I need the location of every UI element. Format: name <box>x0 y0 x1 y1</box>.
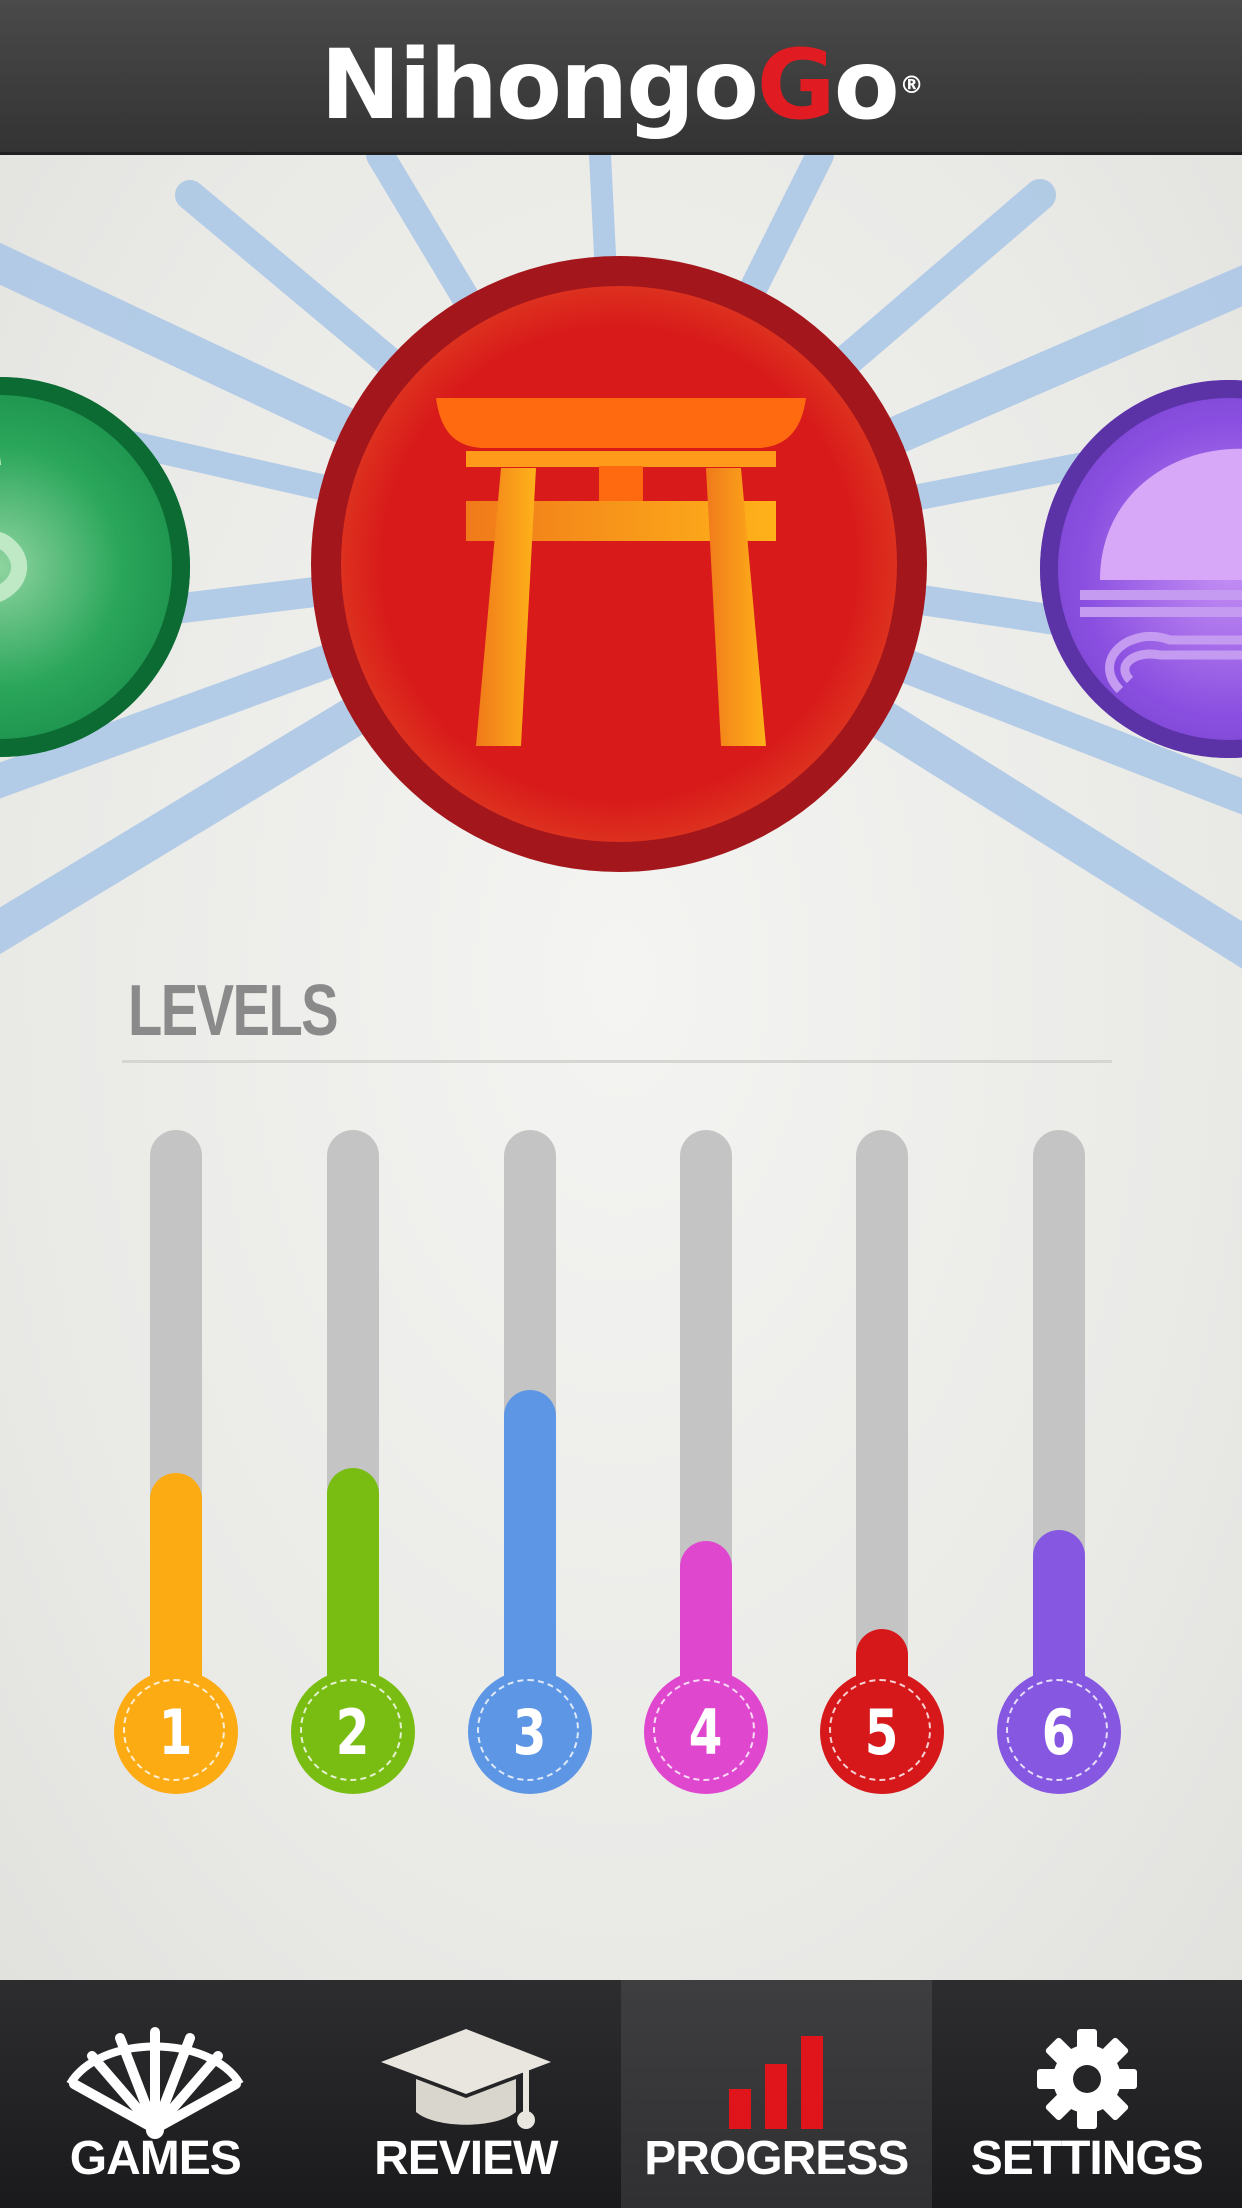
tab-settings[interactable]: SETTINGS <box>932 1980 1242 2208</box>
level-5-number: 5 <box>865 1695 899 1769</box>
red-level-badge[interactable] <box>311 256 927 872</box>
purple-level-badge[interactable] <box>1040 380 1242 758</box>
level-6-number: 6 <box>1042 1695 1076 1769</box>
level-2-badge[interactable]: 2 <box>291 1670 415 1794</box>
level-2-number: 2 <box>336 1695 370 1769</box>
level-6-column[interactable]: 6 <box>993 1130 1123 1810</box>
level-4-column[interactable]: 4 <box>640 1130 770 1810</box>
graduation-cap-icon <box>380 2029 551 2129</box>
bottom-tab-bar: GAMES REVIEW PROGRESS SETTINGS <box>0 1980 1242 2208</box>
torii-gate-icon <box>436 398 806 746</box>
app-header: NihongoGo® <box>0 0 1242 155</box>
level-4-badge[interactable]: 4 <box>644 1670 768 1794</box>
level-3-progress-fill <box>504 1390 556 1710</box>
tab-review[interactable]: REVIEW <box>311 1980 622 2208</box>
levels-divider <box>122 1060 1112 1063</box>
tab-progress-label: PROGRESS <box>644 2132 909 2185</box>
level-3-column[interactable]: 3 <box>464 1130 594 1810</box>
tab-settings-label: SETTINGS <box>970 2132 1204 2185</box>
progress-content: LEVELS 1 2 3 4 5 6 <box>0 155 1242 1980</box>
tab-progress[interactable]: PROGRESS <box>621 1980 932 2208</box>
gear-icon <box>1036 2029 1137 2129</box>
fan-icon <box>66 2027 244 2139</box>
level-1-number: 1 <box>159 1695 193 1769</box>
level-1-column[interactable]: 1 <box>110 1130 240 1810</box>
level-5-column[interactable]: 5 <box>816 1130 946 1810</box>
level-3-number: 3 <box>513 1695 547 1769</box>
level-5-badge[interactable]: 5 <box>820 1670 944 1794</box>
levels-heading: LEVELS <box>128 971 339 1051</box>
wave-fan-icon <box>1080 448 1242 694</box>
level-1-badge[interactable]: 1 <box>114 1670 238 1794</box>
level-4-number: 4 <box>689 1695 723 1769</box>
level-5-track <box>856 1130 908 1710</box>
bar-chart-icon <box>729 2036 824 2129</box>
nihongogo-logo: NihongoGo® <box>320 29 923 141</box>
level-2-column[interactable]: 2 <box>287 1130 417 1810</box>
level-3-badge[interactable]: 3 <box>468 1670 592 1794</box>
green-level-badge[interactable] <box>0 377 190 757</box>
level-6-badge[interactable]: 6 <box>997 1670 1121 1794</box>
tab-games[interactable]: GAMES <box>0 1980 311 2208</box>
swirl-icon <box>0 457 28 677</box>
